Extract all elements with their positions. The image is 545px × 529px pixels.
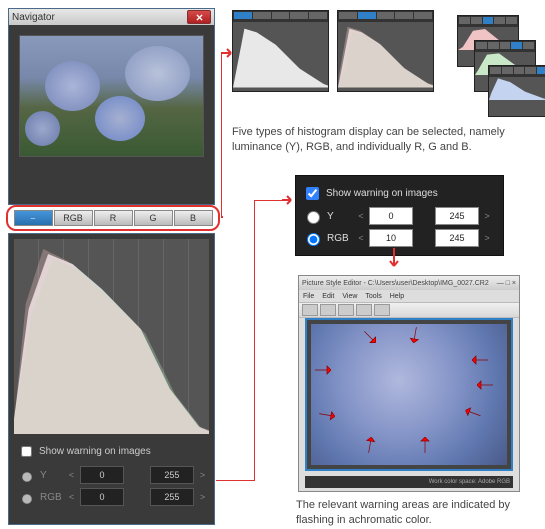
threshold-rgb-row: RGB < > xyxy=(9,486,214,508)
editor-title-text: Picture Style Editor - C:\Users\user\Des… xyxy=(302,280,489,287)
histogram-tab-b[interactable]: B xyxy=(174,210,213,226)
editor-statusbar: Work color space: Adobe RGB xyxy=(305,476,513,488)
greater-than-icon[interactable]: > xyxy=(483,233,491,243)
editor-canvas[interactable] xyxy=(305,318,513,471)
window-controls-icon[interactable]: — □ × xyxy=(497,280,516,287)
threshold-rgb-label: RGB xyxy=(40,492,63,503)
navigator-preview-image[interactable] xyxy=(19,35,204,157)
wp-show-warning-checkbox[interactable] xyxy=(306,187,319,200)
editor-colorspace-label: Work color space: Adobe RGB xyxy=(429,479,510,485)
editor-window: Picture Style Editor - C:\Users\user\Des… xyxy=(298,275,520,492)
wp-y-radio[interactable] xyxy=(307,211,320,224)
threshold-rgb-radio[interactable] xyxy=(22,494,32,504)
warning-arrow-icon xyxy=(472,355,488,365)
less-than-icon[interactable]: < xyxy=(68,492,75,502)
histogram-thumb-b xyxy=(488,65,545,117)
less-than-icon[interactable]: < xyxy=(357,211,365,221)
histogram-tab-y[interactable]: ⎯ xyxy=(14,210,53,226)
editor-titlebar[interactable]: Picture Style Editor - C:\Users\user\Des… xyxy=(299,276,519,290)
less-than-icon[interactable]: < xyxy=(357,233,365,243)
wp-show-warning-label: Show warning on images xyxy=(326,188,438,199)
callout-arrow-icon xyxy=(282,194,294,206)
wp-y-high-input[interactable] xyxy=(435,207,479,225)
warning-arrow-icon xyxy=(477,380,493,390)
wp-rgb-high-input[interactable] xyxy=(435,229,479,247)
toolbar-button[interactable] xyxy=(302,304,318,316)
less-than-icon[interactable]: < xyxy=(68,470,75,480)
greater-than-icon[interactable]: > xyxy=(483,211,491,221)
histogram-panel: Show warning on images Y < > RGB < > xyxy=(8,233,215,525)
toolbar-button[interactable] xyxy=(356,304,372,316)
wp-rgb-radio[interactable] xyxy=(307,233,320,246)
toolbar-button[interactable] xyxy=(338,304,354,316)
wp-y-label: Y xyxy=(327,211,353,222)
navigator-panel: Navigator xyxy=(8,8,215,205)
wp-rgb-low-input[interactable] xyxy=(369,229,413,247)
y-low-input[interactable] xyxy=(80,466,124,484)
show-warning-label: Show warning on images xyxy=(39,446,151,457)
threshold-y-label: Y xyxy=(40,470,63,481)
caption-histogram-types: Five types of histogram display can be s… xyxy=(232,125,532,155)
navigator-title-text: Navigator xyxy=(12,12,55,23)
threshold-y-row: Y < > xyxy=(9,464,214,486)
histogram-tab-group: ⎯ RGB R G B xyxy=(6,205,220,231)
editor-image xyxy=(311,324,507,465)
rgb-low-input[interactable] xyxy=(80,488,124,506)
wp-rgb-label: RGB xyxy=(327,233,353,244)
rgb-high-input[interactable] xyxy=(150,488,194,506)
y-high-input[interactable] xyxy=(150,466,194,484)
histogram-tab-rgb[interactable]: RGB xyxy=(54,210,93,226)
histogram-chart-large xyxy=(14,239,209,434)
navigator-titlebar[interactable]: Navigator xyxy=(9,9,214,25)
histogram-tab-g[interactable]: G xyxy=(134,210,173,226)
toolbar-button[interactable] xyxy=(320,304,336,316)
warning-arrow-icon xyxy=(420,437,430,453)
histogram-thumb-y xyxy=(232,10,329,92)
histogram-tab-r[interactable]: R xyxy=(94,210,133,226)
warning-settings-panel: Show warning on images Y < > RGB < > xyxy=(295,175,504,256)
menu-view[interactable]: View xyxy=(342,293,357,300)
greater-than-icon[interactable]: > xyxy=(199,470,206,480)
show-warning-checkbox-row: Show warning on images xyxy=(9,439,214,464)
warning-arrow-icon xyxy=(315,365,331,375)
wp-y-low-input[interactable] xyxy=(369,207,413,225)
greater-than-icon[interactable]: > xyxy=(199,492,206,502)
close-icon[interactable] xyxy=(187,10,211,24)
menu-help[interactable]: Help xyxy=(390,293,404,300)
editor-toolbar xyxy=(299,302,519,318)
threshold-y-radio[interactable] xyxy=(22,472,32,482)
menu-edit[interactable]: Edit xyxy=(322,293,334,300)
caption-warning-areas: The relevant warning areas are indicated… xyxy=(296,498,536,528)
histogram-thumbnails xyxy=(232,10,532,110)
callout-arrow-icon xyxy=(222,47,234,59)
histogram-thumb-rgb xyxy=(337,10,434,92)
show-warning-checkbox[interactable] xyxy=(21,446,32,457)
toolbar-button[interactable] xyxy=(374,304,390,316)
menu-file[interactable]: File xyxy=(303,293,314,300)
menu-tools[interactable]: Tools xyxy=(365,293,381,300)
editor-menubar: File Edit View Tools Help xyxy=(299,290,519,302)
callout-arrow-icon xyxy=(388,248,400,270)
